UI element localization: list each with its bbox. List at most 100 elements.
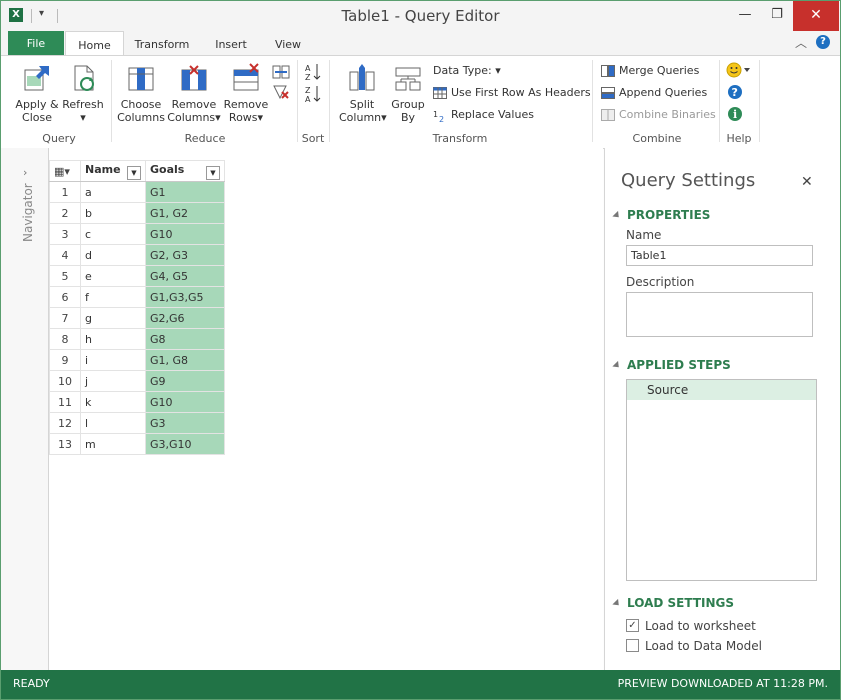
table-row[interactable]: 10 j G9 xyxy=(49,370,225,392)
svg-text:2: 2 xyxy=(439,115,444,123)
applied-steps-list: Source xyxy=(626,379,817,581)
cell-goals[interactable]: G10 xyxy=(145,391,225,413)
cell-name[interactable]: m xyxy=(80,433,146,455)
choose-columns-button[interactable]: Choose Columns xyxy=(116,62,166,124)
close-window-button[interactable]: ✕ xyxy=(793,1,839,31)
tab-view[interactable]: View xyxy=(267,31,309,55)
cell-goals[interactable]: G3,G10 xyxy=(145,433,225,455)
table-row[interactable]: 1 a G1 xyxy=(49,181,225,203)
cell-goals[interactable]: G10 xyxy=(145,223,225,245)
cell-goals[interactable]: G2, G3 xyxy=(145,244,225,266)
remove-errors-button[interactable] xyxy=(271,84,291,103)
cell-name[interactable]: g xyxy=(80,307,146,329)
apply-close-label-2: Close xyxy=(22,111,52,124)
cell-goals[interactable]: G1 xyxy=(145,181,225,203)
replace-values-icon: 12 xyxy=(433,109,447,124)
cell-goals[interactable]: G8 xyxy=(145,328,225,350)
table-row[interactable]: 2 b G1, G2 xyxy=(49,202,225,224)
cell-goals[interactable]: G1, G2 xyxy=(145,202,225,224)
navigator-pane[interactable]: › Navigator xyxy=(1,148,49,670)
cell-name[interactable]: b xyxy=(80,202,146,224)
name-label: Name xyxy=(626,228,662,242)
table-row[interactable]: 11 k G10 xyxy=(49,391,225,413)
applied-steps-section-header[interactable]: APPLIED STEPS xyxy=(612,358,731,372)
column-header-goals[interactable]: Goals ▼ xyxy=(145,160,225,182)
load-to-worksheet-checkbox[interactable]: ✓ Load to worksheet xyxy=(626,618,756,634)
data-type-dropdown[interactable]: Data Type: ▾ xyxy=(433,62,501,80)
group-label-transform: Transform xyxy=(432,132,488,145)
cell-name[interactable]: c xyxy=(80,223,146,245)
table-row[interactable]: 8 h G8 xyxy=(49,328,225,350)
cell-name[interactable]: h xyxy=(80,328,146,350)
feedback-smiley-button[interactable] xyxy=(725,62,753,81)
sort-ascending-button[interactable]: AZ xyxy=(303,62,323,85)
tab-home[interactable]: Home xyxy=(65,31,124,56)
filter-dropdown-icon[interactable]: ▼ xyxy=(206,165,220,180)
maximize-button[interactable]: ❐ xyxy=(761,1,793,31)
filter-dropdown-icon[interactable]: ▼ xyxy=(127,165,141,180)
table-row[interactable]: 4 d G2, G3 xyxy=(49,244,225,266)
load-settings-section-header[interactable]: LOAD SETTINGS xyxy=(612,596,734,610)
cell-name[interactable]: j xyxy=(80,370,146,392)
info-button[interactable]: i xyxy=(725,106,745,125)
remove-columns-button[interactable]: Remove Columns▾ xyxy=(167,62,221,124)
split-column-button[interactable]: Split Column▾ xyxy=(339,62,387,124)
table-row[interactable]: 5 e G4, G5 xyxy=(49,265,225,287)
keep-duplicates-button[interactable] xyxy=(271,64,291,83)
cell-goals[interactable]: G9 xyxy=(145,370,225,392)
sort-descending-button[interactable]: ZA xyxy=(303,84,323,107)
cell-goals[interactable]: G4, G5 xyxy=(145,265,225,287)
tab-insert[interactable]: Insert xyxy=(205,31,257,55)
cell-goals[interactable]: G1, G8 xyxy=(145,349,225,371)
close-query-settings-icon[interactable]: ✕ xyxy=(801,174,813,190)
query-name-input[interactable]: Table1 xyxy=(626,245,813,266)
column-header-name[interactable]: Name ▼ xyxy=(80,160,146,182)
merge-queries-button[interactable]: Merge Queries xyxy=(601,62,699,80)
cell-name[interactable]: f xyxy=(80,286,146,308)
cell-goals[interactable]: G2,G6 xyxy=(145,307,225,329)
cell-name[interactable]: d xyxy=(80,244,146,266)
step-source[interactable]: Source xyxy=(627,380,816,400)
combine-binaries-icon xyxy=(601,109,615,121)
status-ready: READY xyxy=(13,677,50,690)
svg-text:Z: Z xyxy=(305,86,311,95)
cell-name[interactable]: e xyxy=(80,265,146,287)
help-icon[interactable]: ? xyxy=(816,35,830,49)
choose-columns-label-1: Choose xyxy=(120,98,162,111)
cell-name[interactable]: i xyxy=(80,349,146,371)
group-by-button[interactable]: Group By xyxy=(387,62,429,124)
cell-goals[interactable]: G1,G3,G5 xyxy=(145,286,225,308)
load-to-data-model-checkbox[interactable]: Load to Data Model xyxy=(626,638,762,654)
append-queries-button[interactable]: Append Queries xyxy=(601,84,707,102)
table-menu-icon[interactable]: ▦▾ xyxy=(49,160,81,182)
collapse-triangle-icon xyxy=(612,598,622,609)
cell-name[interactable]: a xyxy=(80,181,146,203)
replace-values-button[interactable]: 1 2 Replace Values xyxy=(433,106,534,124)
refresh-button[interactable]: Refresh ▾ xyxy=(61,62,105,124)
status-bar: READY PREVIEW DOWNLOADED AT 11:28 PM. xyxy=(1,670,840,699)
replace-values-label: Replace Values xyxy=(451,108,534,121)
use-first-row-as-headers-button[interactable]: Use First Row As Headers xyxy=(433,84,591,102)
title-bar: X ▾ Table1 - Query Editor — ❐ ✕ xyxy=(1,1,840,31)
remove-rows-button[interactable]: Remove Rows▾ xyxy=(221,62,271,124)
group-label-sort: Sort xyxy=(301,132,325,145)
combine-binaries-button[interactable]: Combine Binaries xyxy=(601,106,716,124)
properties-section-header[interactable]: PROPERTIES xyxy=(612,208,710,222)
tab-file[interactable]: File xyxy=(8,31,64,55)
apply-close-button[interactable]: Apply & Close xyxy=(11,62,63,124)
description-input[interactable] xyxy=(626,292,813,337)
cell-goals[interactable]: G3 xyxy=(145,412,225,434)
table-row[interactable]: 9 i G1, G8 xyxy=(49,349,225,371)
remove-errors-icon xyxy=(273,85,289,100)
tab-transform[interactable]: Transform xyxy=(129,31,195,55)
cell-name[interactable]: k xyxy=(80,391,146,413)
table-row[interactable]: 12 l G3 xyxy=(49,412,225,434)
table-row[interactable]: 6 f G1,G3,G5 xyxy=(49,286,225,308)
table-row[interactable]: 13 m G3,G10 xyxy=(49,433,225,455)
help-question-button[interactable]: ? xyxy=(725,84,745,103)
collapse-ribbon-icon[interactable]: ︿ xyxy=(795,34,807,51)
table-row[interactable]: 7 g G2,G6 xyxy=(49,307,225,329)
minimize-button[interactable]: — xyxy=(729,1,761,31)
table-row[interactable]: 3 c G10 xyxy=(49,223,225,245)
cell-name[interactable]: l xyxy=(80,412,146,434)
